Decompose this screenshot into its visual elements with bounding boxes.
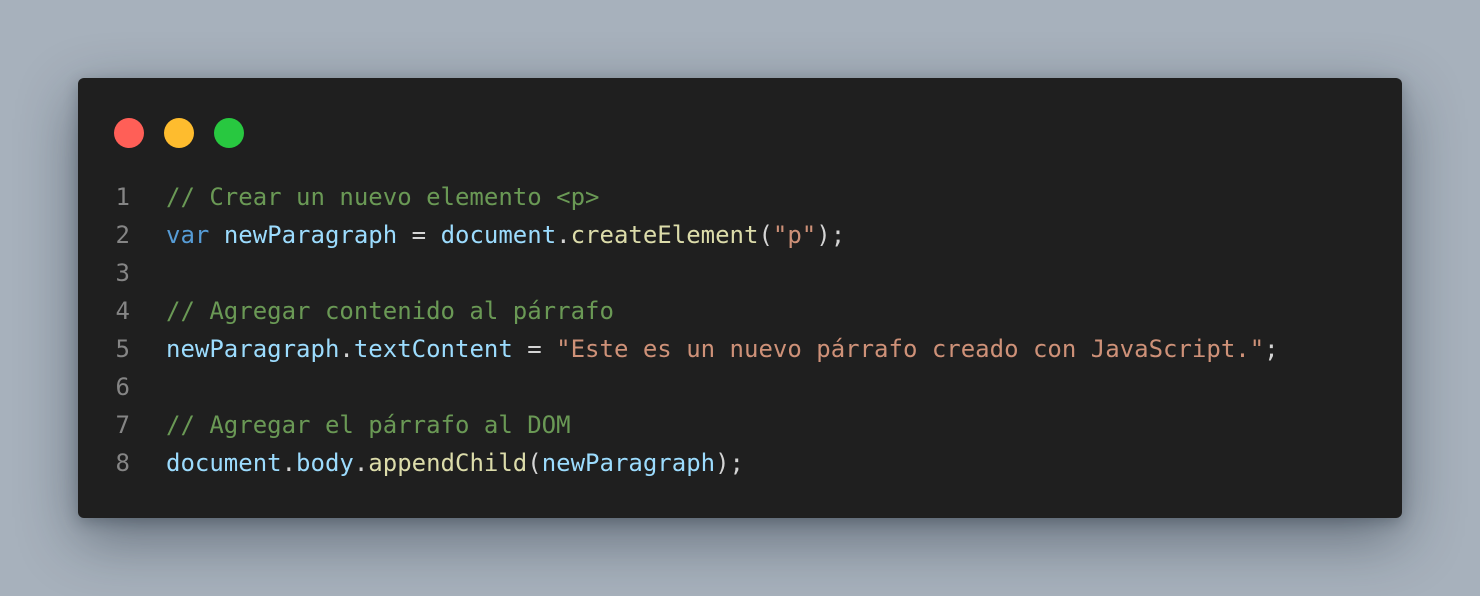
line-source: // Agregar el párrafo al DOM bbox=[166, 406, 571, 444]
code-line: 1 // Crear un nuevo elemento <p> bbox=[78, 178, 1402, 216]
code-line: 6 bbox=[78, 368, 1402, 406]
code-line: 7 // Agregar el párrafo al DOM bbox=[78, 406, 1402, 444]
code-token-punct: . bbox=[281, 449, 297, 477]
code-token-variable: document bbox=[440, 221, 557, 249]
code-line: 3 bbox=[78, 254, 1402, 292]
code-token-punct: = bbox=[512, 335, 557, 363]
code-block: 1 // Crear un nuevo elemento <p> 2 var newP… bbox=[78, 178, 1402, 482]
line-source: // Crear un nuevo elemento <p> bbox=[166, 178, 599, 216]
code-window: 1 // Crear un nuevo elemento <p> 2 var newP… bbox=[78, 78, 1402, 518]
minimize-dot-icon[interactable] bbox=[164, 118, 194, 148]
code-token-string: "Este es un nuevo párrafo creado con Jav… bbox=[556, 335, 1265, 363]
line-number: 7 bbox=[115, 411, 130, 439]
code-line: 5 newParagraph.textContent = "Este es un … bbox=[78, 330, 1402, 368]
close-dot-icon[interactable] bbox=[114, 118, 144, 148]
code-token-punct: ); bbox=[816, 221, 846, 249]
line-number: 3 bbox=[115, 259, 130, 287]
code-token-comment: // Agregar el párrafo al DOM bbox=[166, 411, 571, 439]
code-token-variable: textContent bbox=[353, 335, 513, 363]
code-token-punct: ; bbox=[1264, 335, 1279, 363]
code-token-punct: ( bbox=[527, 449, 542, 477]
line-number: 5 bbox=[115, 335, 130, 363]
code-token-string: "p" bbox=[772, 221, 817, 249]
line-number: 6 bbox=[115, 373, 130, 401]
line-number: 4 bbox=[115, 297, 130, 325]
code-token-punct: ( bbox=[758, 221, 773, 249]
code-token-variable: newParagraph bbox=[166, 335, 340, 363]
code-token-function: createElement bbox=[570, 221, 759, 249]
line-number: 8 bbox=[115, 449, 130, 477]
code-token-punct bbox=[209, 221, 223, 249]
maximize-dot-icon[interactable] bbox=[214, 118, 244, 148]
code-token-variable: newParagraph bbox=[541, 449, 716, 477]
code-token-variable: document bbox=[166, 449, 282, 477]
code-token-punct: . bbox=[339, 335, 354, 363]
code-token-comment: // Crear un nuevo elemento <p> bbox=[166, 183, 600, 211]
code-line: 2 var newParagraph = document.createEleme… bbox=[78, 216, 1402, 254]
line-number: 2 bbox=[115, 221, 130, 249]
code-token-keyword: var bbox=[166, 221, 210, 249]
code-token-punct: ); bbox=[715, 449, 744, 477]
code-token-punct: . bbox=[556, 221, 571, 249]
line-source: document.body.appendChild(newParagraph); bbox=[166, 444, 744, 482]
code-token-function: appendChild bbox=[368, 449, 528, 477]
code-token-variable: newParagraph bbox=[223, 221, 398, 249]
code-token-variable: body bbox=[296, 449, 354, 477]
code-line: 8 document.body.appendChild(newParagraph)… bbox=[78, 444, 1402, 482]
line-source: var newParagraph = document.createElemen… bbox=[166, 216, 845, 254]
line-source: // Agregar contenido al párrafo bbox=[166, 292, 614, 330]
code-line: 4 // Agregar contenido al párrafo bbox=[78, 292, 1402, 330]
code-token-punct: = bbox=[397, 221, 441, 249]
code-token-punct: . bbox=[353, 449, 369, 477]
code-token-comment: // Agregar contenido al párrafo bbox=[166, 297, 614, 325]
line-source: newParagraph.textContent = "Este es un n… bbox=[166, 330, 1279, 368]
line-number: 1 bbox=[115, 183, 130, 211]
